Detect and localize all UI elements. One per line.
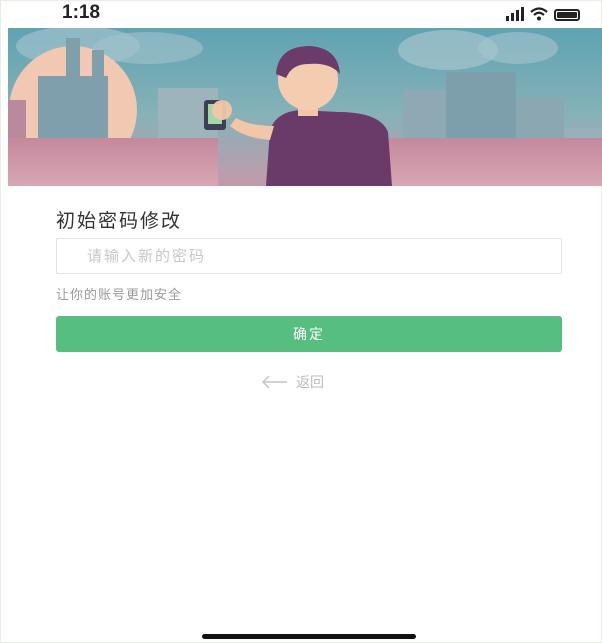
status-bar: 1:18 <box>0 0 602 28</box>
confirm-button[interactable]: 确定 <box>56 316 562 352</box>
battery-icon <box>554 9 580 21</box>
back-link[interactable]: 返回 <box>262 372 324 392</box>
home-indicator[interactable] <box>202 634 416 639</box>
page-title: 初始密码修改 <box>56 210 183 232</box>
new-password-input[interactable] <box>56 238 562 274</box>
hint-text: 让你的账号更加安全 <box>56 288 183 303</box>
back-label: 返回 <box>296 375 324 391</box>
status-time: 1:18 <box>62 2 101 23</box>
header-illustration <box>8 28 602 186</box>
signal-icon <box>506 7 524 21</box>
wifi-icon <box>530 7 548 21</box>
status-icons <box>506 5 580 21</box>
arrow-left-icon <box>262 375 288 389</box>
